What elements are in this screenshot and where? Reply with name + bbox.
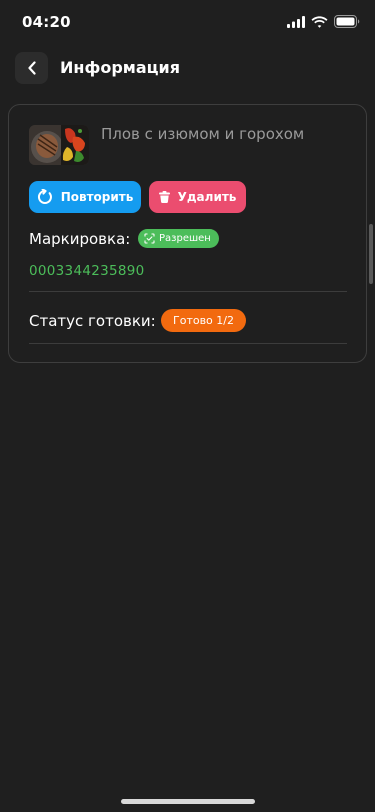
back-button[interactable]: [15, 52, 48, 84]
info-screen: 04:20 Информация Плов с изюмом и горохом…: [0, 0, 375, 812]
refresh-icon: [37, 189, 52, 204]
cellular-signal-icon: [287, 15, 305, 28]
dish-card: Плов с изюмом и горохом Повторить Удалит…: [8, 104, 367, 363]
marking-label: Маркировка:: [29, 230, 131, 248]
scrollbar[interactable]: [369, 224, 373, 284]
trash-icon: [158, 191, 170, 203]
marking-badge-label: Разрешен: [159, 233, 211, 244]
home-indicator[interactable]: [121, 799, 255, 804]
repeat-button[interactable]: Повторить: [29, 181, 141, 213]
status-icons: [287, 15, 360, 28]
wifi-icon: [311, 15, 328, 28]
dish-name: Плов с изюмом и горохом: [101, 125, 305, 143]
cooking-status-badge-label: Готово 1/2: [173, 314, 234, 327]
cooking-status-badge: Готово 1/2: [161, 309, 246, 332]
page-title: Информация: [60, 58, 180, 77]
chevron-left-icon: [27, 61, 36, 75]
status-bar: 04:20: [0, 0, 375, 44]
divider: [29, 343, 347, 344]
delete-button[interactable]: Удалить: [149, 181, 246, 213]
marking-code: 0003344235890: [29, 263, 145, 279]
cooking-status-label: Статус готовки:: [29, 312, 156, 330]
scan-check-icon: [144, 233, 155, 244]
marking-status-badge: Разрешен: [138, 229, 219, 248]
battery-icon: [334, 15, 360, 28]
status-time: 04:20: [22, 13, 71, 31]
delete-button-label: Удалить: [177, 190, 237, 204]
dish-thumbnail: [29, 125, 89, 165]
divider: [29, 291, 347, 292]
repeat-button-label: Повторить: [60, 190, 134, 204]
